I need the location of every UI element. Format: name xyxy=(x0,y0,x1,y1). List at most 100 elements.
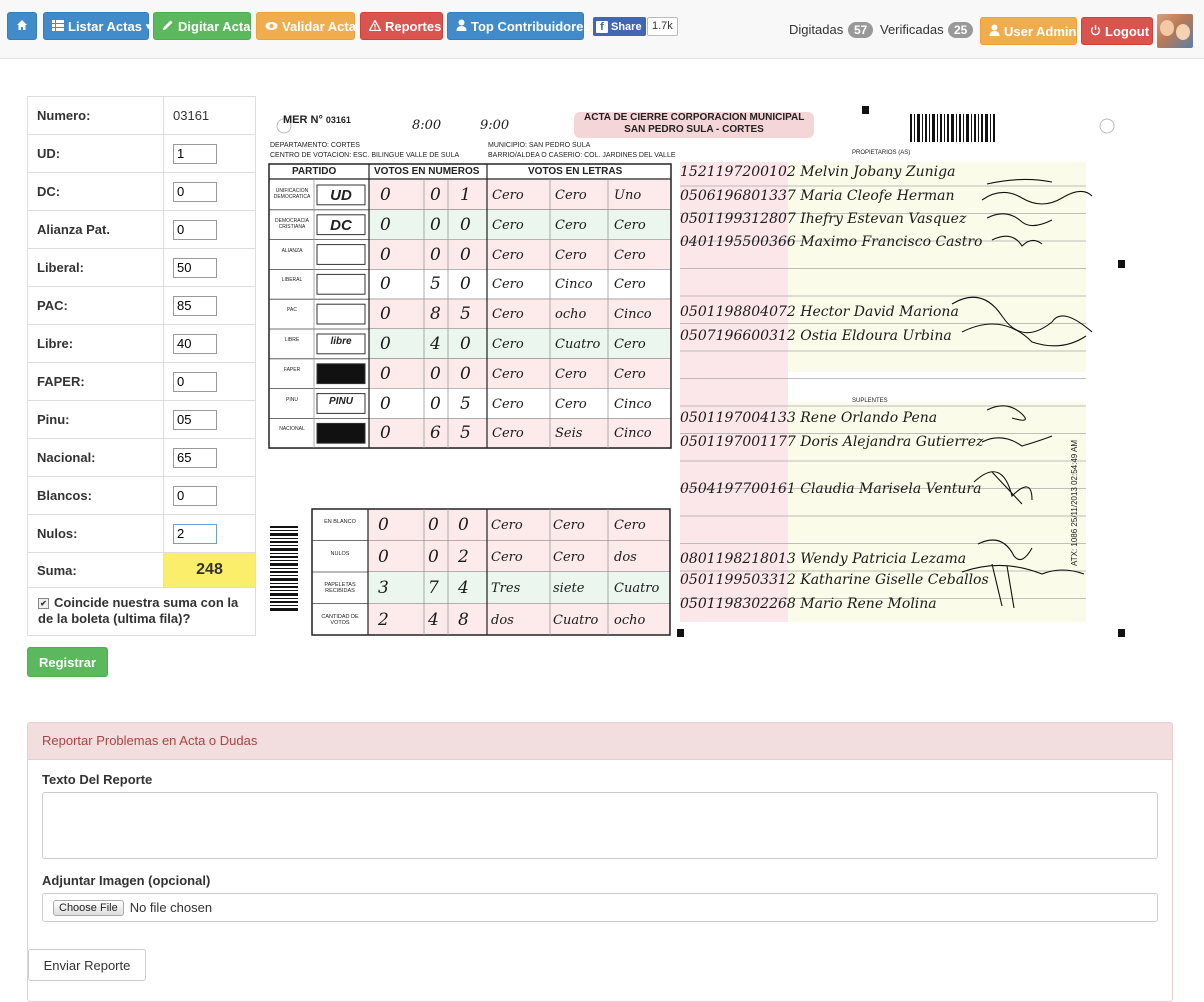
acta-vote-word: Cinco xyxy=(614,307,652,323)
acta-title-line2: SAN PEDRO SULA - CORTES xyxy=(624,124,764,135)
suplente-row: 0801198218013 Wendy Patricia Lezama xyxy=(680,551,967,567)
share-label: Share xyxy=(611,20,642,33)
acta-party-name: UNIFICACION DEMOCRATICA xyxy=(273,188,311,200)
acta-total-word: Cero xyxy=(491,549,523,565)
acta-total-digit: 2 xyxy=(458,546,469,567)
acta-total-name: CANTIDAD DE VOTOS xyxy=(321,613,359,626)
blancos-input[interactable] xyxy=(173,485,217,506)
libre-label: Libre: xyxy=(27,324,164,363)
liberal-input[interactable] xyxy=(173,257,217,278)
home-button[interactable] xyxy=(7,12,37,40)
pencil-icon xyxy=(162,19,174,34)
acta-party-name: LIBRE xyxy=(284,337,300,343)
hora-cierre: 9:00 xyxy=(480,118,510,133)
acta-vote-digit: 0 xyxy=(380,274,391,295)
user-icon xyxy=(989,24,1000,39)
acta-vote-digit: 0 xyxy=(430,244,441,265)
acta-total-word: Cuatro xyxy=(614,581,660,596)
pinu-label: Pinu: xyxy=(27,400,164,439)
acta-total-word: siete xyxy=(553,581,585,596)
nacional-input[interactable] xyxy=(173,447,217,468)
suma-label: Suma: xyxy=(27,552,164,588)
propietario-row: 0501198804072 Hector David Mariona xyxy=(680,304,959,320)
form-row-numero: Numero: 03161 xyxy=(27,96,256,135)
listar-actas-button[interactable]: Listar Actas ▾ xyxy=(43,12,150,40)
texto-reporte-label: Texto Del Reporte xyxy=(42,772,153,787)
acta-total-name: EN BLANCO xyxy=(324,519,356,525)
logout-label: Logout xyxy=(1105,23,1150,39)
acta-vote-digit: 0 xyxy=(380,304,391,325)
acta-total-digit: 2 xyxy=(378,609,389,630)
registrar-button[interactable]: Registrar xyxy=(27,647,108,677)
acta-vote-word: Cuatro xyxy=(555,337,601,352)
acta-vote-digit: 4 xyxy=(430,334,441,354)
acta-total-word: Cero xyxy=(614,518,646,533)
alianza-input[interactable] xyxy=(173,219,217,240)
top-contribuidores-button[interactable]: Top Contribuidores xyxy=(447,12,591,40)
acta-vote-digit: 0 xyxy=(380,185,391,205)
nulos-label: Nulos: xyxy=(27,514,164,553)
acta-total-digit: 0 xyxy=(378,546,389,567)
acta-vote-word: Cero xyxy=(492,247,524,263)
validar-acta-label: Validar Acta xyxy=(282,18,356,34)
user-admin-button[interactable]: User Admin xyxy=(980,17,1077,45)
coincide-label: Coincide nuestra suma con la de la bolet… xyxy=(38,595,239,626)
validar-acta-button[interactable]: Validar Acta xyxy=(256,12,356,40)
numero-label: Numero: xyxy=(27,96,164,135)
acta-vote-digit: 0 xyxy=(380,393,391,414)
facebook-share-button[interactable]: f Share xyxy=(593,17,646,36)
coincide-checkbox[interactable]: ✔ xyxy=(38,598,49,609)
acta-vote-word: Cero xyxy=(614,217,646,233)
party-logo-box xyxy=(316,303,366,325)
acta-vote-word: Cero xyxy=(492,366,524,382)
pinu-input[interactable] xyxy=(173,409,217,430)
acta-vote-digit: 6 xyxy=(430,423,441,444)
nulos-input[interactable] xyxy=(173,523,217,544)
dc-input[interactable] xyxy=(173,181,217,202)
ud-input[interactable] xyxy=(173,143,217,164)
texto-reporte-textarea[interactable] xyxy=(42,792,1158,859)
choose-file-button[interactable]: Choose File xyxy=(53,899,124,916)
propietario-row: 0506196801337 Maria Cleofe Herman xyxy=(680,188,955,204)
acta-vote-word: Cero xyxy=(555,247,587,263)
digitar-acta-button[interactable]: Digitar Acta xyxy=(153,12,251,40)
eye-icon xyxy=(265,19,278,34)
party-logo-box xyxy=(316,244,366,265)
faper-input[interactable] xyxy=(173,371,217,392)
acta-vote-digit: 0 xyxy=(380,423,391,444)
verificadas-count-badge: 25 xyxy=(948,22,974,38)
logout-button[interactable]: Logout xyxy=(1081,17,1153,45)
share-count: 1.7k xyxy=(647,17,678,36)
mer-number: 03161 xyxy=(325,115,351,125)
propietarios-label: PROPIETARIOS (AS) xyxy=(852,150,911,156)
pac-input[interactable] xyxy=(173,295,217,316)
avatar[interactable] xyxy=(1157,14,1193,48)
acta-vote-word: Cero xyxy=(492,337,524,352)
acta-vote-word: Cero xyxy=(492,307,524,323)
propietario-row: 0507196600312 Ostia Eldoura Urbina xyxy=(680,328,952,344)
acta-vote-digit: 0 xyxy=(460,274,471,295)
party-logo-box xyxy=(316,273,366,295)
acta-party-name: DEMOCRACIA CRISTIANA xyxy=(275,217,309,230)
enviar-reporte-button[interactable]: Enviar Reporte xyxy=(28,949,146,981)
acta-vote-word: Cinco xyxy=(614,396,652,412)
acta-vote-digit: 5 xyxy=(460,393,471,414)
top-contribuidores-label: Top Contribuidores xyxy=(471,18,591,34)
acta-vote-word: Cero xyxy=(492,277,524,293)
blancos-label: Blancos: xyxy=(27,476,164,515)
acta-vote-digit: 0 xyxy=(380,334,391,354)
faper-label: FAPER: xyxy=(27,362,164,401)
coincide-check-row[interactable]: ✔ Coincide nuestra suma con la de la bole… xyxy=(27,586,256,636)
suma-value: 248 xyxy=(163,552,256,588)
acta-vote-word: Cero xyxy=(555,188,587,203)
acta-vote-word: ocho xyxy=(555,307,587,323)
acta-vote-word: Cero xyxy=(555,366,587,382)
acta-total-word: Cuatro xyxy=(553,612,599,628)
form-row-liberal: Liberal: xyxy=(27,248,256,287)
libre-input[interactable] xyxy=(173,333,217,354)
form-row-pinu: Pinu: xyxy=(27,400,256,439)
file-input[interactable]: Choose File No file chosen xyxy=(42,893,1158,922)
reportes-button[interactable]: Reportes xyxy=(360,12,443,40)
party-logo-text: UD xyxy=(330,187,352,204)
acta-vote-digit: 0 xyxy=(460,334,471,354)
